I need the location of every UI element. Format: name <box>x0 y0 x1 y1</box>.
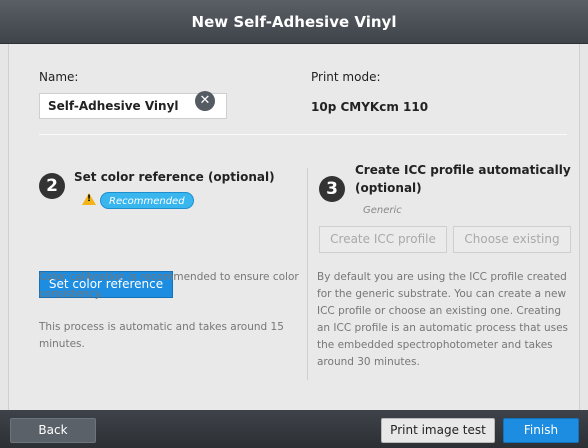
clear-name-button[interactable]: ✕ <box>195 91 215 111</box>
close-icon: ✕ <box>199 93 211 108</box>
finish-button[interactable]: Finish <box>503 418 579 443</box>
icc-profile-title-line2: (optional) <box>355 181 422 195</box>
footer-bar: Back Print image test Finish <box>0 410 588 448</box>
warning-icon-mark: ! <box>86 194 92 204</box>
name-label: Name: <box>39 70 79 84</box>
create-icc-profile-button[interactable]: Create ICC profile <box>319 226 447 253</box>
color-reference-description-2: This process is automatic and takes arou… <box>39 321 284 350</box>
section-divider-vertical <box>307 168 308 380</box>
color-reference-description-1: Color calibration is recommended to ensu… <box>39 271 299 300</box>
dialog-content: Name: Self-Adhesive Vinyl ✕ Print mode: … <box>8 44 580 410</box>
print-image-test-button[interactable]: Print image test <box>381 418 495 443</box>
back-button[interactable]: Back <box>10 418 96 443</box>
color-reference-title: Set color reference (optional) <box>74 170 275 184</box>
section-divider <box>39 134 567 135</box>
window-title-bar: New Self-Adhesive Vinyl <box>0 0 588 44</box>
step-2-indicator: 2 <box>39 173 65 199</box>
print-mode-value: 10p CMYKcm 110 <box>311 100 429 114</box>
recommended-badge: Recommended <box>100 192 194 209</box>
step-3-indicator: 3 <box>319 176 345 202</box>
print-mode-label: Print mode: <box>311 70 381 84</box>
choose-existing-button[interactable]: Choose existing <box>453 226 571 253</box>
icc-profile-title-line1: Create ICC profile automatically <box>355 163 571 177</box>
icc-profile-description: By default you are using the ICC profile… <box>317 271 569 368</box>
icc-profile-subtitle: Generic <box>363 205 402 216</box>
window-title: New Self-Adhesive Vinyl <box>191 12 397 31</box>
